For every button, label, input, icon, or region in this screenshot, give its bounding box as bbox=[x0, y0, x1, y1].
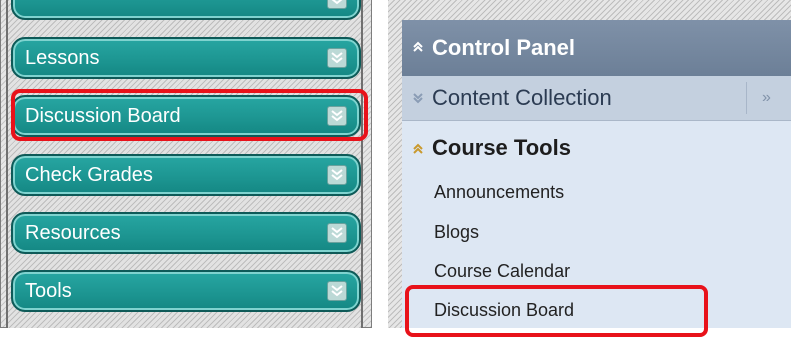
course-menu-item-label: Resources bbox=[25, 222, 121, 244]
double-chevron-up-icon[interactable] bbox=[412, 129, 424, 169]
double-chevron-down-icon[interactable] bbox=[327, 165, 347, 185]
tool-link-announcements[interactable]: Announcements bbox=[434, 177, 564, 207]
course-menu-item-label: Discussion Board bbox=[25, 105, 181, 127]
tool-link-blogs[interactable]: Blogs bbox=[434, 217, 479, 247]
double-chevron-right-icon[interactable]: » bbox=[762, 76, 771, 120]
divider bbox=[746, 82, 747, 114]
double-chevron-down-icon[interactable] bbox=[327, 106, 347, 126]
double-chevron-down-icon[interactable] bbox=[327, 0, 347, 9]
course-menu-panel: Lessons Discussion Board Check Grades Re… bbox=[0, 0, 372, 328]
double-chevron-down-icon[interactable] bbox=[412, 76, 424, 120]
panel-hatch-left bbox=[388, 0, 402, 328]
course-menu-item-check-grades[interactable]: Check Grades bbox=[11, 154, 361, 196]
course-menu-item-top[interactable] bbox=[11, 0, 361, 20]
double-chevron-down-icon[interactable] bbox=[327, 281, 347, 301]
double-chevron-down-icon[interactable] bbox=[327, 48, 347, 68]
course-menu-item-label: Lessons bbox=[25, 47, 100, 69]
course-menu-item-label: Check Grades bbox=[25, 164, 153, 186]
tool-link-course-calendar[interactable]: Course Calendar bbox=[434, 256, 570, 286]
course-menu-item-lessons[interactable]: Lessons bbox=[11, 37, 361, 79]
course-menu-item-discussion-board[interactable]: Discussion Board bbox=[11, 95, 361, 137]
content-collection-label: Content Collection bbox=[432, 85, 612, 110]
double-chevron-up-icon[interactable] bbox=[412, 19, 424, 75]
control-panel-header[interactable]: Control Panel bbox=[402, 20, 791, 76]
double-chevron-down-icon[interactable] bbox=[327, 223, 347, 243]
content-collection-row[interactable]: Content Collection » bbox=[402, 76, 791, 121]
tool-link-discussion-board[interactable]: Discussion Board bbox=[434, 295, 574, 325]
course-menu-item-resources[interactable]: Resources bbox=[11, 212, 361, 254]
course-menu-item-label: Tools bbox=[25, 280, 72, 302]
panel-hatch-top bbox=[388, 0, 791, 20]
course-tools-title: Course Tools bbox=[432, 135, 571, 160]
course-tools-header[interactable]: Course Tools bbox=[402, 128, 791, 168]
course-menu-item-tools[interactable]: Tools bbox=[11, 270, 361, 312]
control-panel-title: Control Panel bbox=[432, 35, 576, 60]
